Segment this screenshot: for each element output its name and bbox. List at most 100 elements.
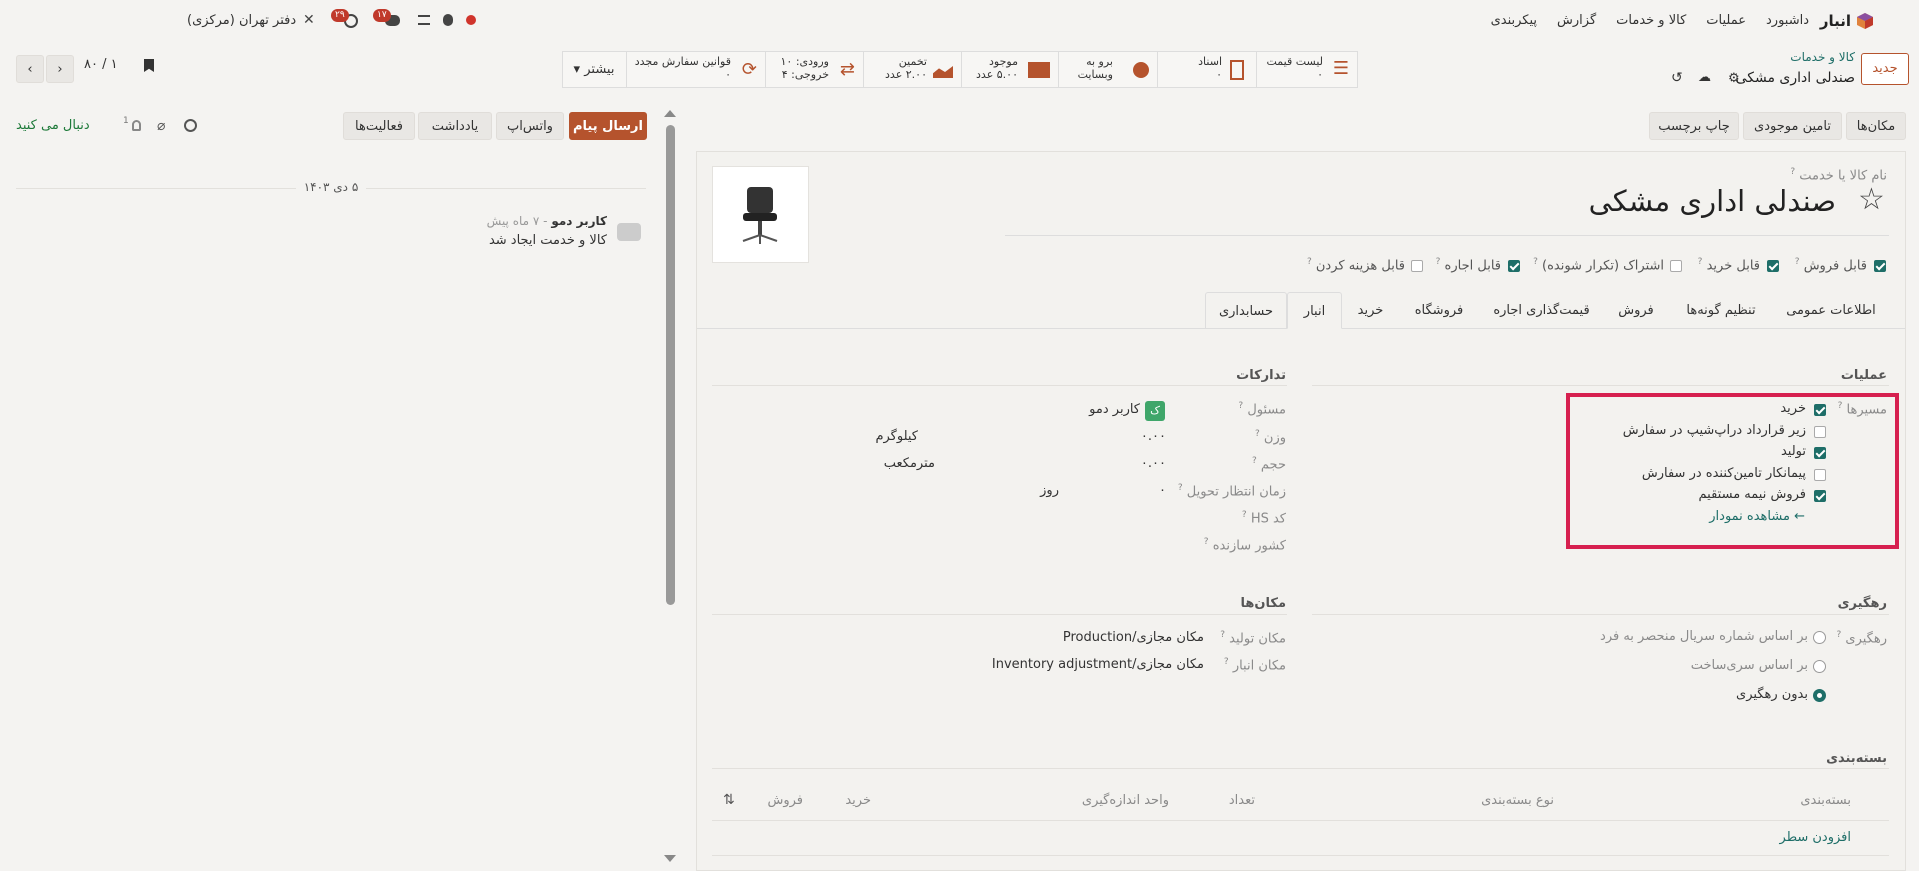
tab-rental-pricing[interactable]: قیمت‌گذاری اجاره [1479,292,1604,329]
menu-item-dashboard[interactable]: داشبورد [1766,13,1809,28]
checkbox-subscription[interactable] [1670,260,1682,272]
stat-forecast[interactable]: تخمین ۲.۰۰ عدد [863,52,961,88]
tracking-serial-radio[interactable] [1813,631,1826,644]
whatsapp-button[interactable]: واتس‌اپ [496,112,564,140]
tracking-divider [1312,614,1889,615]
message-author: کاربر دمو [551,214,607,228]
packaging-col-purchase[interactable]: خرید [845,793,871,808]
stat-website[interactable]: برو به وبسایت [1058,52,1157,88]
tab-inventory[interactable]: انبار [1287,292,1342,329]
activities-button[interactable]: فعالیت‌ها [343,112,415,140]
chatter-date: ۵ دی ۱۴۰۳ [303,180,359,194]
product-name-title[interactable]: صندلی اداری مشکی [1589,184,1836,218]
menu-item-configuration[interactable]: پیکربندی [1491,13,1537,28]
inventory-location-value[interactable]: مکان مجازی/Inventory adjustment [992,657,1204,672]
stat-forecast-value: ۲.۰۰ عدد [885,68,927,81]
tab-variants[interactable]: تنظیم گونه‌ها [1668,292,1774,329]
route-dropship-checkbox[interactable] [1814,490,1826,502]
record-status-icon[interactable] [466,15,476,25]
bookmark-icon[interactable] [144,59,154,72]
tracking-none-label: بدون رهگیری [1736,687,1808,702]
route-manufacture-checkbox[interactable] [1814,447,1826,459]
company-switcher[interactable]: دفتر تهران (مرکزی) [187,13,296,28]
tab-sales[interactable]: فروش [1604,292,1668,329]
volume-value[interactable]: ۰.۰۰ [1141,456,1166,471]
more-button[interactable]: بیشتر ▾ [562,52,626,87]
view-diagram-link[interactable]: ← مشاهده نمودار [1709,509,1805,524]
tab-accounting[interactable]: حسابداری [1205,292,1287,329]
stat-on-hand[interactable]: موجود ۵.۰۰ عدد [961,52,1058,88]
main-menu: داشبورد عملیات کالا و خدمات گزارش پیکربن… [1491,13,1809,28]
globe-icon [1133,62,1149,78]
menu-item-operations[interactable]: عملیات [1706,13,1746,28]
settings-gear-icon[interactable]: ⚙ [1728,71,1740,86]
breadcrumb-parent[interactable]: کالا و خدمات [1790,50,1855,64]
checkbox-can-be-purchased[interactable] [1767,260,1779,272]
optional-columns-icon[interactable]: ⇅ [723,792,735,808]
route-buy-checkbox[interactable] [1814,404,1826,416]
responsible-label: مسئول ? [1238,401,1286,418]
menu-item-reporting[interactable]: گزارش [1557,13,1596,28]
responsible-avatar: ک [1145,401,1165,421]
checkbox-can-be-expensed[interactable] [1411,260,1423,272]
discard-icon[interactable]: ↺ [1671,70,1683,86]
production-location-value[interactable]: مکان مجازی/Production [1063,630,1204,645]
add-line-link[interactable]: افزودن سطر [1780,830,1851,845]
list-icon[interactable] [418,15,430,25]
tab-purchase[interactable]: خرید [1342,292,1399,329]
send-message-button[interactable]: ارسال پیام [569,112,647,140]
log-note-button[interactable]: یادداشت [418,112,492,140]
pager-value[interactable]: ۱ / ۸۰ [84,57,118,72]
scroll-down-arrow-icon[interactable] [664,855,676,862]
attachment-icon[interactable]: ⌀ [157,118,165,134]
stat-reorder-label: قوانین سفارش مجدد [634,55,731,68]
tracking-lot-radio[interactable] [1813,660,1826,673]
stat-documents[interactable]: اسناد ۰ [1157,52,1256,88]
bug-icon[interactable] [443,14,453,26]
new-button[interactable]: جدید [1861,53,1909,85]
locations-title: مکان‌ها [1240,596,1286,611]
scrollbar-thumb[interactable] [666,125,675,605]
product-image[interactable] [712,166,809,263]
stat-reorder-rules[interactable]: ⟳ قوانین سفارش مجدد ۰ [626,52,765,88]
tools-icon[interactable]: ✕ [303,13,318,28]
packaging-col-packaging[interactable]: بسته‌بندی [1800,793,1851,808]
favorite-star-icon[interactable]: ☆ [1858,185,1885,215]
pager-prev-button[interactable]: ‹ [16,55,44,83]
stat-pricelist-label: لیست قیمت [1266,55,1323,68]
pager-next-button[interactable]: › [46,55,74,83]
print-labels-button[interactable]: چاپ برچسب [1649,112,1739,140]
following-button[interactable]: دنبال می کنید [16,118,90,133]
app-logo-icon[interactable] [1857,13,1873,29]
route-dropship-subcontract-checkbox[interactable] [1814,426,1826,438]
tab-general-info[interactable]: اطلاعات عمومی [1774,292,1888,329]
followers-icon[interactable] [132,120,141,131]
weight-value[interactable]: ۰.۰۰ [1141,429,1166,444]
packaging-col-sales[interactable]: فروش [767,793,803,808]
option-can-be-purchased-label: قابل خرید ? [1697,257,1760,274]
responsible-value[interactable]: کاربر دمو [1089,402,1140,417]
refresh-icon: ⟳ [741,59,757,80]
tab-ecommerce[interactable]: فروشگاه [1399,292,1479,329]
scroll-up-arrow-icon[interactable] [664,110,676,117]
stat-in-out[interactable]: ⇄ ورودی: ۱۰ خروجی: ۴ [765,52,863,88]
stat-website-label: برو به [1086,55,1113,68]
stat-pricelist[interactable]: ☰ لیست قیمت ۰ [1256,52,1357,88]
stat-on-hand-value: ۵.۰۰ عدد [976,68,1018,81]
checkbox-can-be-rented[interactable] [1508,260,1520,272]
locations-button[interactable]: مکان‌ها [1846,112,1906,140]
checkbox-can-be-sold[interactable] [1874,260,1886,272]
route-resupply-subcontractor-label: پیمانکار تامین‌کننده در سفارش [1641,466,1806,481]
weight-label: وزن ? [1254,429,1286,446]
packaging-col-uom[interactable]: واحد اندازه‌گیری [1082,793,1169,808]
search-icon[interactable] [184,119,197,132]
menu-item-products[interactable]: کالا و خدمات [1616,13,1686,28]
packaging-col-type[interactable]: نوع بسته‌بندی [1481,793,1554,808]
replenish-button[interactable]: تامین موجودی [1743,112,1842,140]
save-cloud-icon[interactable]: ☁ [1698,70,1711,85]
packaging-col-qty[interactable]: تعداد [1229,793,1255,808]
lead-time-value[interactable]: ۰ [1159,483,1166,498]
route-resupply-subcontractor-checkbox[interactable] [1814,469,1826,481]
tracking-none-radio[interactable] [1813,689,1826,702]
app-name[interactable]: انبار [1820,12,1851,30]
